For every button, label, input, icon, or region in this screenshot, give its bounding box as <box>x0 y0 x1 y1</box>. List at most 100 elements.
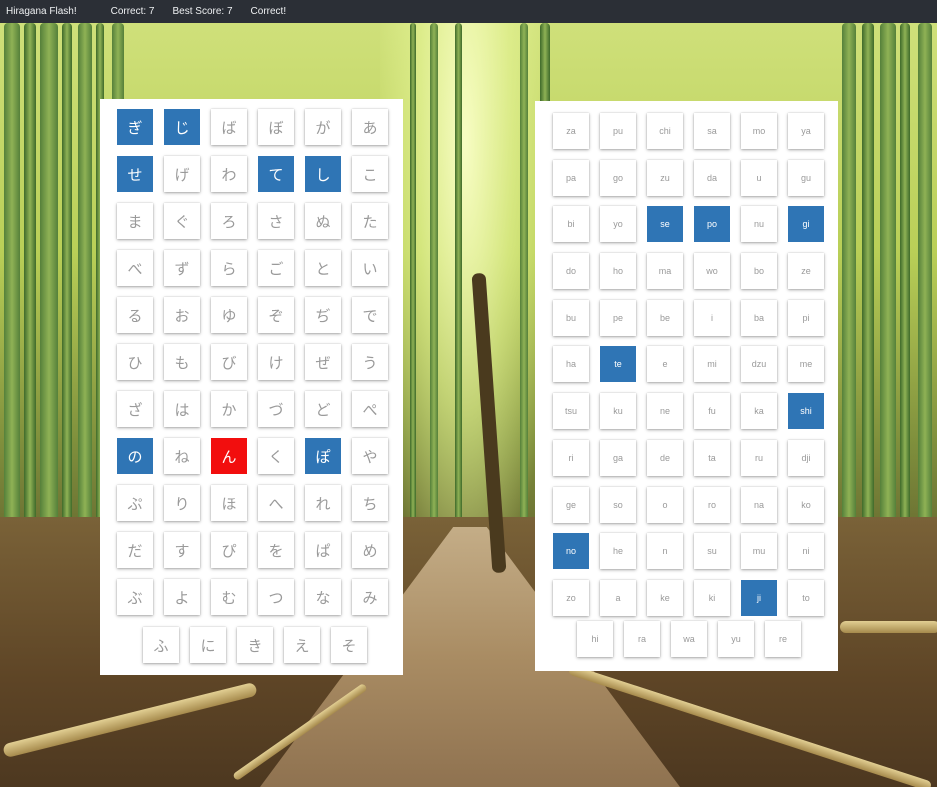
romaji-tile[interactable]: zu <box>647 159 683 196</box>
hiragana-tile[interactable]: え <box>284 627 320 663</box>
hiragana-tile[interactable]: け <box>258 344 294 380</box>
hiragana-tile[interactable]: よ <box>164 579 200 615</box>
romaji-tile[interactable]: ha <box>553 346 589 383</box>
romaji-tile[interactable]: to <box>788 579 824 616</box>
romaji-tile[interactable]: ga <box>600 439 636 476</box>
hiragana-tile[interactable]: む <box>211 579 247 615</box>
hiragana-tile[interactable]: あ <box>352 109 388 145</box>
hiragana-tile[interactable]: ね <box>164 438 200 474</box>
hiragana-tile[interactable]: ぞ <box>258 297 294 333</box>
hiragana-tile[interactable]: れ <box>305 485 341 521</box>
romaji-tile[interactable]: ke <box>647 579 683 616</box>
romaji-tile[interactable]: wa <box>671 621 707 657</box>
hiragana-tile[interactable]: ぬ <box>305 203 341 239</box>
romaji-tile[interactable]: pe <box>600 299 636 336</box>
hiragana-tile[interactable]: ぱ <box>305 532 341 568</box>
hiragana-tile[interactable]: こ <box>352 156 388 192</box>
hiragana-tile[interactable]: を <box>258 532 294 568</box>
hiragana-tile[interactable]: び <box>211 344 247 380</box>
romaji-tile[interactable]: o <box>647 486 683 523</box>
romaji-tile[interactable]: na <box>741 486 777 523</box>
romaji-tile[interactable]: shi <box>788 393 824 430</box>
romaji-tile[interactable]: ku <box>600 393 636 430</box>
hiragana-tile[interactable]: ら <box>211 250 247 286</box>
romaji-tile[interactable]: ra <box>624 621 660 657</box>
hiragana-tile[interactable]: ば <box>211 109 247 145</box>
romaji-tile[interactable]: yu <box>718 621 754 657</box>
romaji-tile[interactable]: te <box>600 346 636 383</box>
hiragana-tile[interactable]: ぐ <box>164 203 200 239</box>
romaji-tile[interactable]: ho <box>600 253 636 290</box>
romaji-tile[interactable]: u <box>741 159 777 196</box>
hiragana-tile[interactable]: や <box>352 438 388 474</box>
romaji-tile[interactable]: ya <box>788 113 824 149</box>
romaji-tile[interactable]: be <box>647 299 683 336</box>
hiragana-tile[interactable]: つ <box>258 579 294 615</box>
romaji-tile[interactable]: hi <box>577 621 613 657</box>
hiragana-tile[interactable]: ゆ <box>211 297 247 333</box>
romaji-tile[interactable]: nu <box>741 206 777 243</box>
romaji-tile[interactable]: fu <box>694 393 730 430</box>
hiragana-tile[interactable]: ぎ <box>117 109 153 145</box>
romaji-tile[interactable]: he <box>600 533 636 570</box>
hiragana-tile[interactable]: ざ <box>117 391 153 427</box>
hiragana-tile[interactable]: ず <box>164 250 200 286</box>
romaji-tile[interactable]: da <box>694 159 730 196</box>
romaji-tile[interactable]: ba <box>741 299 777 336</box>
romaji-tile[interactable]: ro <box>694 486 730 523</box>
romaji-tile[interactable]: ta <box>694 439 730 476</box>
romaji-tile[interactable]: bi <box>553 206 589 243</box>
hiragana-tile[interactable]: か <box>211 391 247 427</box>
hiragana-tile[interactable]: ま <box>117 203 153 239</box>
hiragana-tile[interactable]: づ <box>258 391 294 427</box>
romaji-tile[interactable]: mu <box>741 533 777 570</box>
hiragana-tile[interactable]: ぼ <box>258 109 294 145</box>
hiragana-tile[interactable]: じ <box>164 109 200 145</box>
hiragana-tile[interactable]: み <box>352 579 388 615</box>
hiragana-tile[interactable]: に <box>190 627 226 663</box>
romaji-tile[interactable]: po <box>694 206 730 243</box>
romaji-tile[interactable]: ne <box>647 393 683 430</box>
hiragana-tile[interactable]: ほ <box>211 485 247 521</box>
romaji-tile[interactable]: wo <box>694 253 730 290</box>
romaji-tile[interactable]: ki <box>694 579 730 616</box>
romaji-tile[interactable]: no <box>553 533 589 570</box>
romaji-tile[interactable]: ge <box>553 486 589 523</box>
romaji-tile[interactable]: so <box>600 486 636 523</box>
romaji-tile[interactable]: ko <box>788 486 824 523</box>
romaji-tile[interactable]: ma <box>647 253 683 290</box>
hiragana-tile[interactable]: て <box>258 156 294 192</box>
hiragana-tile[interactable]: げ <box>164 156 200 192</box>
romaji-tile[interactable]: sa <box>694 113 730 149</box>
hiragana-tile[interactable]: ち <box>352 485 388 521</box>
hiragana-tile[interactable]: の <box>117 438 153 474</box>
romaji-tile[interactable]: dzu <box>741 346 777 383</box>
hiragana-tile[interactable]: だ <box>117 532 153 568</box>
hiragana-tile[interactable]: ふ <box>143 627 179 663</box>
romaji-tile[interactable]: yo <box>600 206 636 243</box>
hiragana-tile[interactable]: は <box>164 391 200 427</box>
hiragana-tile[interactable]: ぺ <box>352 391 388 427</box>
hiragana-tile[interactable]: ろ <box>211 203 247 239</box>
romaji-tile[interactable]: mo <box>741 113 777 149</box>
romaji-tile[interactable]: ni <box>788 533 824 570</box>
hiragana-tile[interactable]: お <box>164 297 200 333</box>
romaji-tile[interactable]: de <box>647 439 683 476</box>
hiragana-tile[interactable]: ぽ <box>305 438 341 474</box>
romaji-tile[interactable]: i <box>694 299 730 336</box>
romaji-tile[interactable]: bu <box>553 299 589 336</box>
hiragana-tile[interactable]: な <box>305 579 341 615</box>
romaji-tile[interactable]: ze <box>788 253 824 290</box>
romaji-tile[interactable]: gu <box>788 159 824 196</box>
hiragana-tile[interactable]: と <box>305 250 341 286</box>
hiragana-tile[interactable]: り <box>164 485 200 521</box>
hiragana-tile[interactable]: ぶ <box>117 579 153 615</box>
romaji-tile[interactable]: mi <box>694 346 730 383</box>
romaji-tile[interactable]: za <box>553 113 589 149</box>
romaji-tile[interactable]: chi <box>647 113 683 149</box>
romaji-tile[interactable]: su <box>694 533 730 570</box>
hiragana-tile[interactable]: い <box>352 250 388 286</box>
hiragana-tile[interactable]: ひ <box>117 344 153 380</box>
romaji-tile[interactable]: a <box>600 579 636 616</box>
hiragana-tile[interactable]: そ <box>331 627 367 663</box>
